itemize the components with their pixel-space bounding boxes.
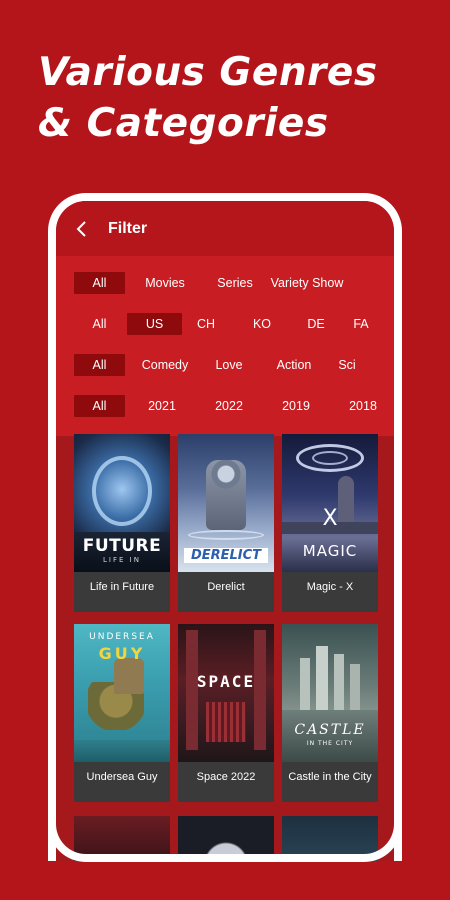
phone-frame: Filter All Movies Series Variety Show Al… [48, 193, 402, 861]
poster-title: GUY [98, 644, 146, 663]
region-chip-ch[interactable]: CH [186, 313, 226, 335]
region-chip-all[interactable]: All [74, 313, 125, 335]
movie-poster: SPACE [178, 624, 274, 762]
type-chip-movies[interactable]: Movies [145, 272, 185, 294]
movie-card[interactable]: UNDERSEA GUY Undersea Guy [74, 624, 170, 802]
chevron-left-icon [76, 220, 86, 237]
region-filter-row: All US CH KO DE FA [74, 313, 371, 335]
back-button[interactable] [56, 201, 108, 256]
type-chip-all[interactable]: All [74, 272, 125, 294]
movie-title: Castle in the City [288, 771, 372, 783]
poster-title: CASTLE [294, 722, 366, 738]
movie-poster: X MAGIC [282, 434, 378, 572]
genre-chip-comedy[interactable]: Comedy [137, 354, 193, 376]
poster-title: MAGIC [302, 542, 358, 560]
movie-title: Magic - X [306, 581, 354, 593]
movie-poster: DERELICT [178, 434, 274, 572]
year-chip-2019[interactable]: 2019 [276, 395, 316, 417]
region-chip-ko[interactable]: KO [242, 313, 282, 335]
poster-subtitle: UNDERSEA [89, 632, 155, 642]
phone-frame-bottom [48, 820, 402, 862]
poster-title: DERELICT [184, 548, 268, 563]
headline-line-1: Various Genres [38, 50, 378, 95]
poster-subtitle: LIFE IN [103, 556, 141, 564]
movie-poster: UNDERSEA GUY [74, 624, 170, 762]
year-chip-all[interactable]: All [74, 395, 125, 417]
filter-panel: All Movies Series Variety Show All US CH… [56, 256, 394, 436]
poster-title: FUTURE [82, 536, 162, 556]
movie-card[interactable]: SPACE Space 2022 [178, 624, 274, 802]
year-filter-row: All 2021 2022 2019 2018 [74, 395, 383, 417]
region-chip-de[interactable]: DE [296, 313, 336, 335]
genre-chip-all[interactable]: All [74, 354, 125, 376]
type-filter-row: All Movies Series Variety Show [74, 272, 347, 294]
movie-card[interactable]: CASTLE IN THE CITY Castle in the City [282, 624, 378, 802]
movie-card[interactable]: X MAGIC Magic - X [282, 434, 378, 612]
poster-subtitle: IN THE CITY [306, 740, 354, 747]
movie-title: Derelict [207, 581, 245, 593]
app-bar: Filter [56, 201, 394, 256]
poster-title: SPACE [196, 672, 256, 691]
year-chip-2018[interactable]: 2018 [343, 395, 383, 417]
movie-title: Life in Future [89, 581, 155, 593]
type-chip-series[interactable]: Series [215, 272, 255, 294]
region-chip-fa[interactable]: FA [351, 313, 371, 335]
movie-poster: FUTURE LIFE IN [74, 434, 170, 572]
movie-title: Undersea Guy [86, 771, 158, 783]
movie-poster: CASTLE IN THE CITY [282, 624, 378, 762]
genre-chip-love[interactable]: Love [209, 354, 249, 376]
poster-subtitle: X [322, 506, 338, 531]
type-chip-variety-show[interactable]: Variety Show [267, 272, 347, 294]
screen-title: Filter [108, 219, 148, 237]
genre-chip-sci[interactable]: Sci [337, 354, 357, 376]
genre-filter-row: All Comedy Love Action Sci [74, 354, 357, 376]
movie-card[interactable]: DERELICT Derelict [178, 434, 274, 612]
year-chip-2022[interactable]: 2022 [209, 395, 249, 417]
headline: Various Genres & Categories [38, 48, 378, 149]
movie-title: Space 2022 [196, 771, 256, 783]
movie-card[interactable]: FUTURE LIFE IN Life in Future [74, 434, 170, 612]
headline-line-2: & Categories [38, 100, 329, 146]
year-chip-2021[interactable]: 2021 [142, 395, 182, 417]
region-chip-us[interactable]: US [127, 313, 182, 335]
genre-chip-action[interactable]: Action [271, 354, 317, 376]
